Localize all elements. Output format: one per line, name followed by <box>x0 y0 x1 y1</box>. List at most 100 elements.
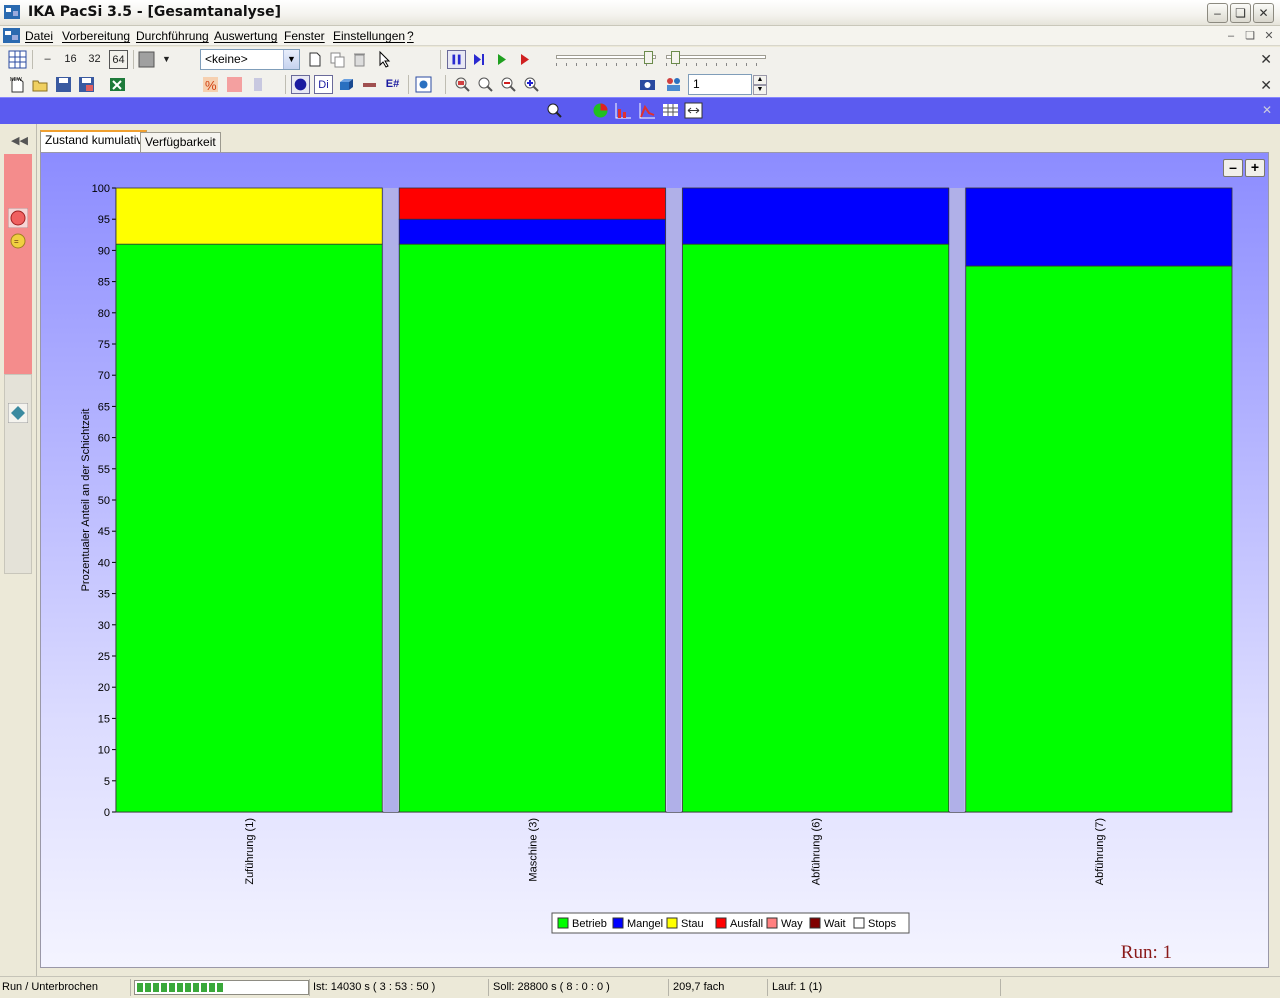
close-icon[interactable]: ✕ <box>1260 51 1272 68</box>
grid-off-icon[interactable]: – <box>38 50 57 69</box>
detail-slider-thumb[interactable] <box>671 51 680 64</box>
bar-icon[interactable] <box>360 75 379 94</box>
menu-durchfuehrung[interactable]: Durchführung <box>136 29 209 43</box>
grid-16-button[interactable]: 16 <box>61 50 80 69</box>
color-dropdown-icon[interactable]: ▼ <box>157 50 176 69</box>
speed-slider[interactable] <box>556 51 656 66</box>
y-tick-label: 5 <box>104 776 110 788</box>
tab-zustand-kumulativ[interactable]: Zustand kumulativ <box>40 130 148 152</box>
bar-segment-mangel <box>398 218 666 245</box>
tab-verfuegbarkeit[interactable]: Verfügbarkeit <box>140 132 221 152</box>
status-soll: Soll: 28800 s ( 8 : 0 : 0 ) <box>493 981 610 993</box>
run-label: Run: 1 <box>1120 942 1172 963</box>
fit-width-icon[interactable] <box>684 101 703 120</box>
grid-64-button[interactable]: 64 <box>109 50 128 69</box>
step-icon[interactable] <box>469 50 488 69</box>
save-icon[interactable] <box>54 75 73 94</box>
open-folder-icon[interactable] <box>31 75 50 94</box>
users-icon[interactable] <box>664 75 683 94</box>
menu-auswertung[interactable]: Auswertung <box>214 29 277 43</box>
y-tick-label: 45 <box>98 526 110 538</box>
legend-label-ausfall: Ausfall <box>730 918 763 930</box>
legend-label-mangel: Mangel <box>627 918 663 930</box>
spin-down-icon[interactable]: ▼ <box>753 85 767 95</box>
spin-up-icon[interactable]: ▲ <box>753 75 767 85</box>
menu-fenster[interactable]: Fenster <box>284 29 325 43</box>
ef-button[interactable]: E# <box>383 75 402 94</box>
restore-button[interactable]: ❏ <box>1230 3 1251 23</box>
coin-icon[interactable]: = <box>9 232 27 250</box>
pie-chart-icon[interactable] <box>591 101 610 120</box>
histogram-icon[interactable] <box>638 101 657 120</box>
component-select[interactable]: <keine> ▼ <box>200 49 300 70</box>
new-page-icon[interactable] <box>305 50 324 69</box>
circle-icon[interactable] <box>291 75 310 94</box>
mdi-restore-button[interactable]: ❏ <box>1243 29 1257 43</box>
percent-icon[interactable]: % <box>201 75 220 94</box>
pointer-icon[interactable] <box>375 50 394 69</box>
window-title: IKA PacSi 3.5 - [Gesamtanalyse] <box>28 4 281 20</box>
di-button[interactable]: Di <box>314 75 333 94</box>
legend-swatch-wait <box>809 917 821 929</box>
zoom-chart-icon[interactable] <box>545 101 564 120</box>
bar-segment-mangel <box>965 187 1233 267</box>
excel-icon[interactable] <box>108 75 127 94</box>
menu-einstellungen[interactable]: Einstellungen <box>333 29 405 43</box>
close-button[interactable]: ✕ <box>1253 3 1274 23</box>
collapse-panel-icon[interactable]: ◀◀ <box>11 134 28 147</box>
mdi-close-button[interactable]: ✕ <box>1262 29 1276 43</box>
document-icon[interactable] <box>3 28 20 43</box>
3d-box-icon[interactable] <box>337 75 356 94</box>
zoom-icon[interactable] <box>476 75 495 94</box>
menu-help[interactable]: ? <box>407 29 414 43</box>
detail-slider[interactable] <box>666 51 766 66</box>
record-icon[interactable] <box>8 208 28 228</box>
play-icon[interactable] <box>492 50 511 69</box>
legend-swatch-way <box>766 917 778 929</box>
y-axis-label: Prozentualer Anteil an der Schichtzeit <box>80 409 92 592</box>
copy-icon[interactable] <box>328 50 347 69</box>
network-icon[interactable] <box>414 75 433 94</box>
bar-segment-ausfall <box>398 187 666 220</box>
bar-segment-betrieb <box>965 265 1233 813</box>
pause-icon[interactable] <box>447 50 466 69</box>
delete-icon[interactable] <box>350 50 369 69</box>
grid-icon[interactable] <box>8 50 27 69</box>
run-spinner[interactable]: 1 <box>688 74 752 95</box>
zoom-out-icon[interactable] <box>499 75 518 94</box>
bar-gap <box>383 188 399 812</box>
bar-chart-icon[interactable] <box>614 101 633 120</box>
record-play-icon[interactable] <box>515 50 534 69</box>
app-icon <box>4 5 20 19</box>
menu-datei[interactable]: Datei <box>25 29 53 43</box>
status-lauf: Lauf: 1 (1) <box>772 981 823 993</box>
legend-label-stops: Stops <box>868 918 897 930</box>
minimize-button[interactable]: – <box>1207 3 1228 23</box>
y-tick-label: 15 <box>98 713 110 725</box>
grid-32-button[interactable]: 32 <box>85 50 104 69</box>
table-icon[interactable] <box>661 101 680 120</box>
zoom-region-icon[interactable] <box>453 75 472 94</box>
close-icon[interactable]: ✕ <box>1262 103 1272 117</box>
color-red-icon[interactable] <box>225 75 244 94</box>
y-tick-label: 25 <box>98 651 110 663</box>
y-tick-label: 10 <box>98 745 110 757</box>
color-swatch-icon[interactable] <box>137 50 156 69</box>
zoom-in-icon[interactable] <box>522 75 541 94</box>
close-icon[interactable]: ✕ <box>1260 77 1272 94</box>
diamond-icon[interactable] <box>8 403 28 423</box>
gradient-icon[interactable] <box>248 75 267 94</box>
svg-text:%: % <box>205 78 217 93</box>
mdi-minimize-button[interactable]: – <box>1224 29 1238 43</box>
y-tick-label: 90 <box>98 245 110 257</box>
menu-vorbereitung[interactable]: Vorbereitung <box>62 29 130 43</box>
new-file-icon[interactable]: NEW <box>8 75 27 94</box>
svg-text:=: = <box>14 237 19 246</box>
chevron-down-icon[interactable]: ▼ <box>283 50 299 69</box>
camera-icon[interactable] <box>638 75 657 94</box>
y-tick-label: 30 <box>98 620 110 632</box>
y-tick-label: 65 <box>98 401 110 413</box>
save-as-icon[interactable] <box>77 75 96 94</box>
y-tick-label: 80 <box>98 308 110 320</box>
speed-slider-thumb[interactable] <box>644 51 653 64</box>
